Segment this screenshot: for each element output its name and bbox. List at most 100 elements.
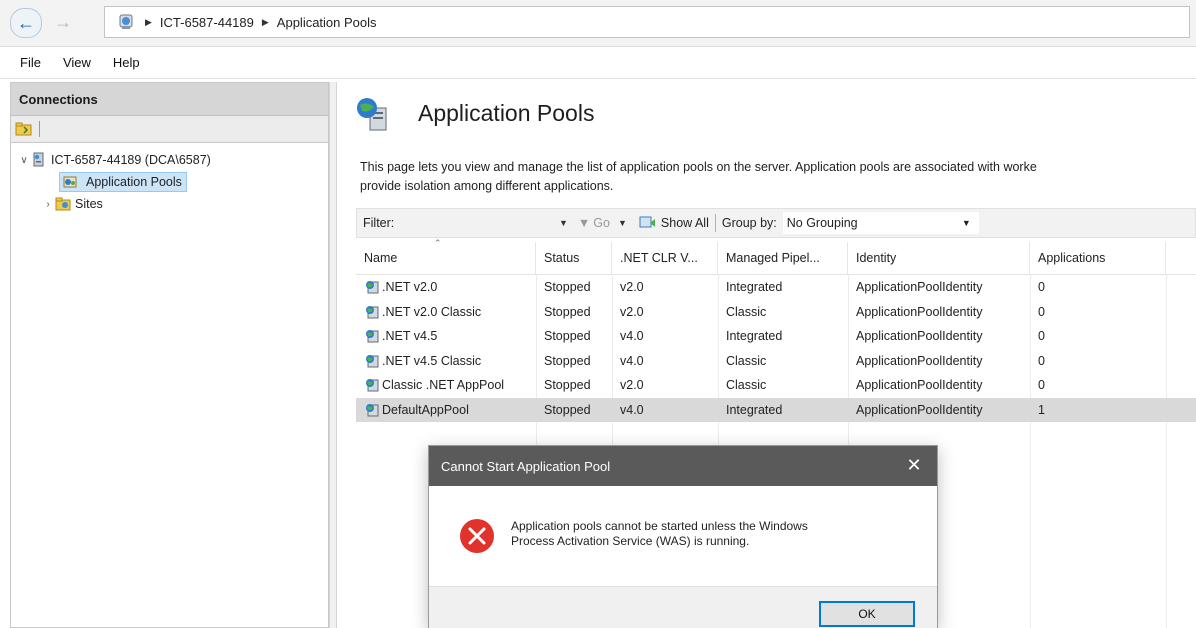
cell-clr-version-text: v2.0 — [620, 378, 644, 393]
breadcrumb-application-pools[interactable]: Application Pools — [277, 15, 377, 30]
cell-managed-pipeline-text: Classic — [726, 378, 767, 393]
breadcrumb-server[interactable]: ICT-6587-44189 — [160, 15, 254, 30]
cell-managed-pipeline: Classic — [718, 300, 848, 325]
filter-bar: Filter: ▼ ▼ Go ▼ Show All Group by: No G… — [356, 208, 1196, 238]
cell-name-text: .NET v2.0 — [382, 280, 438, 295]
cell-name: .NET v4.5 Classic — [356, 349, 536, 374]
filter-dropdown-icon[interactable]: ▼ — [559, 218, 568, 228]
cell-managed-pipeline-text: Classic — [726, 304, 767, 319]
chevron-right-icon[interactable]: › — [41, 199, 55, 210]
menu-view[interactable]: View — [63, 55, 91, 70]
description-line: This page lets you view and manage the l… — [360, 160, 1037, 174]
cell-managed-pipeline-text: Integrated — [726, 402, 783, 417]
page-title: Application Pools — [418, 100, 595, 126]
cell-clr-version: v2.0 — [612, 300, 718, 325]
menu-file[interactable]: File — [20, 55, 41, 70]
panel-splitter[interactable] — [329, 82, 337, 628]
cell-managed-pipeline: Integrated — [718, 275, 848, 300]
application-pools-globe-icon — [357, 98, 387, 131]
go-dropdown-icon[interactable]: ▼ — [618, 218, 627, 228]
tree-item-application-pools[interactable]: Application Pools — [11, 171, 328, 193]
cell-applications-text: 0 — [1038, 353, 1045, 368]
cell-clr-version-text: v2.0 — [620, 280, 644, 295]
connections-header: Connections — [11, 83, 328, 116]
cell-applications: 0 — [1030, 300, 1166, 325]
cell-identity-text: ApplicationPoolIdentity — [856, 329, 983, 344]
column-header-clr-version[interactable]: .NET CLR V... — [612, 242, 718, 274]
cell-identity-text: ApplicationPoolIdentity — [856, 402, 983, 417]
cell-status: Stopped — [536, 275, 612, 300]
cell-clr-version: v4.0 — [612, 349, 718, 374]
table-row[interactable]: .NET v2.0 Classic Stopped v2.0 Classic Appli… — [356, 300, 1196, 325]
cell-identity: ApplicationPoolIdentity — [848, 275, 1030, 300]
cell-status: Stopped — [536, 398, 612, 423]
cell-status: Stopped — [536, 349, 612, 374]
connections-toolbar — [11, 116, 328, 143]
table-row[interactable]: DefaultAppPool Stopped v4.0 Integrated Appli… — [356, 397, 1196, 423]
app-pool-icon — [366, 330, 379, 343]
cell-applications-text: 0 — [1038, 378, 1045, 393]
dialog-body: Application pools cannot be started unle… — [429, 486, 937, 586]
back-button[interactable]: ← — [10, 8, 42, 38]
cell-applications-text: 0 — [1038, 329, 1045, 344]
app-pool-icon — [366, 305, 379, 319]
app-pool-icon — [366, 403, 379, 417]
tree-item-server[interactable]: ∨ ICT-6587-44189 (DCA\6587) — [11, 149, 328, 171]
arrow-right-icon: → — [54, 11, 72, 32]
column-header-identity[interactable]: Identity — [848, 242, 1030, 274]
cell-clr-version: v2.0 — [612, 275, 718, 300]
column-header-managed-pipeline[interactable]: Managed Pipel... — [718, 242, 848, 274]
go-button[interactable]: ▼ Go — [578, 216, 610, 230]
cell-clr-version-text: v4.0 — [620, 402, 644, 417]
column-header-status[interactable]: Status — [536, 242, 612, 274]
address-bar: ← → ▶ ICT-6587-44189 ▶ Application Pools — [0, 0, 1196, 47]
close-icon[interactable]: ✕ — [903, 454, 925, 476]
cell-applications: 0 — [1030, 349, 1166, 374]
cell-identity: ApplicationPoolIdentity — [848, 324, 1030, 349]
application-pools-icon — [63, 176, 77, 188]
filter-label: Filter: — [363, 216, 395, 230]
cell-clr-version-text: v4.0 — [620, 353, 644, 368]
description-line: provide isolation among different applic… — [360, 179, 614, 193]
cell-applications: 0 — [1030, 324, 1166, 349]
group-by-select[interactable]: No Grouping ▼ — [782, 212, 979, 234]
cell-clr-version-text: v4.0 — [620, 329, 644, 344]
tree-selection[interactable]: Application Pools — [59, 172, 187, 192]
cell-identity-text: ApplicationPoolIdentity — [856, 280, 983, 295]
show-all-button[interactable]: Show All — [639, 215, 709, 231]
cell-status-text: Stopped — [544, 378, 591, 393]
dialog-message: Application pools cannot be started unle… — [511, 519, 911, 549]
cell-status-text: Stopped — [544, 353, 591, 368]
cell-name: Classic .NET AppPool — [356, 373, 536, 398]
filter-input[interactable] — [407, 211, 557, 235]
column-header-applications[interactable]: Applications — [1030, 242, 1166, 274]
column-header-name[interactable]: Name — [356, 242, 536, 274]
breadcrumb[interactable]: ▶ ICT-6587-44189 ▶ Application Pools — [104, 6, 1190, 38]
chevron-down-icon[interactable]: ∨ — [17, 155, 31, 166]
tree-label-sites: Sites — [75, 197, 103, 211]
cell-applications: 0 — [1030, 373, 1166, 398]
cell-applications-text: 0 — [1038, 304, 1045, 319]
menu-help[interactable]: Help — [113, 55, 140, 70]
cell-name-text: .NET v4.5 Classic — [382, 353, 482, 368]
cell-identity-text: ApplicationPoolIdentity — [856, 353, 983, 368]
cell-managed-pipeline: Classic — [718, 349, 848, 374]
go-label: Go — [593, 216, 610, 230]
cell-managed-pipeline-text: Classic — [726, 353, 767, 368]
dialog-title-bar[interactable]: Cannot Start Application Pool ✕ — [429, 446, 937, 486]
app-pool-icon — [366, 281, 379, 294]
cell-name-text: .NET v4.5 — [382, 329, 438, 344]
connect-folder-icon[interactable] — [15, 121, 33, 137]
cell-applications: 1 — [1030, 398, 1166, 423]
ok-button[interactable]: OK — [819, 601, 915, 627]
forward-button[interactable]: → — [48, 8, 78, 36]
connections-panel: Connections ∨ ICT-6587-44189 (DCA\6587) — [10, 82, 329, 628]
table-row[interactable]: .NET v4.5 Classic Stopped v4.0 Classic Appli… — [356, 349, 1196, 374]
tree-label-server: ICT-6587-44189 (DCA\6587) — [51, 153, 211, 167]
cell-name: .NET v2.0 Classic — [356, 300, 536, 325]
group-by-label: Group by: — [721, 216, 777, 230]
table-row[interactable]: Classic .NET AppPool Stopped v2.0 Classic Ap… — [356, 373, 1196, 398]
tree-item-sites[interactable]: › Sites — [11, 193, 328, 215]
table-row[interactable]: .NET v4.5 Stopped v4.0 Integrated Applicatio… — [356, 324, 1196, 349]
table-row[interactable]: .NET v2.0 Stopped v2.0 Integrated Applicatio… — [356, 275, 1196, 300]
